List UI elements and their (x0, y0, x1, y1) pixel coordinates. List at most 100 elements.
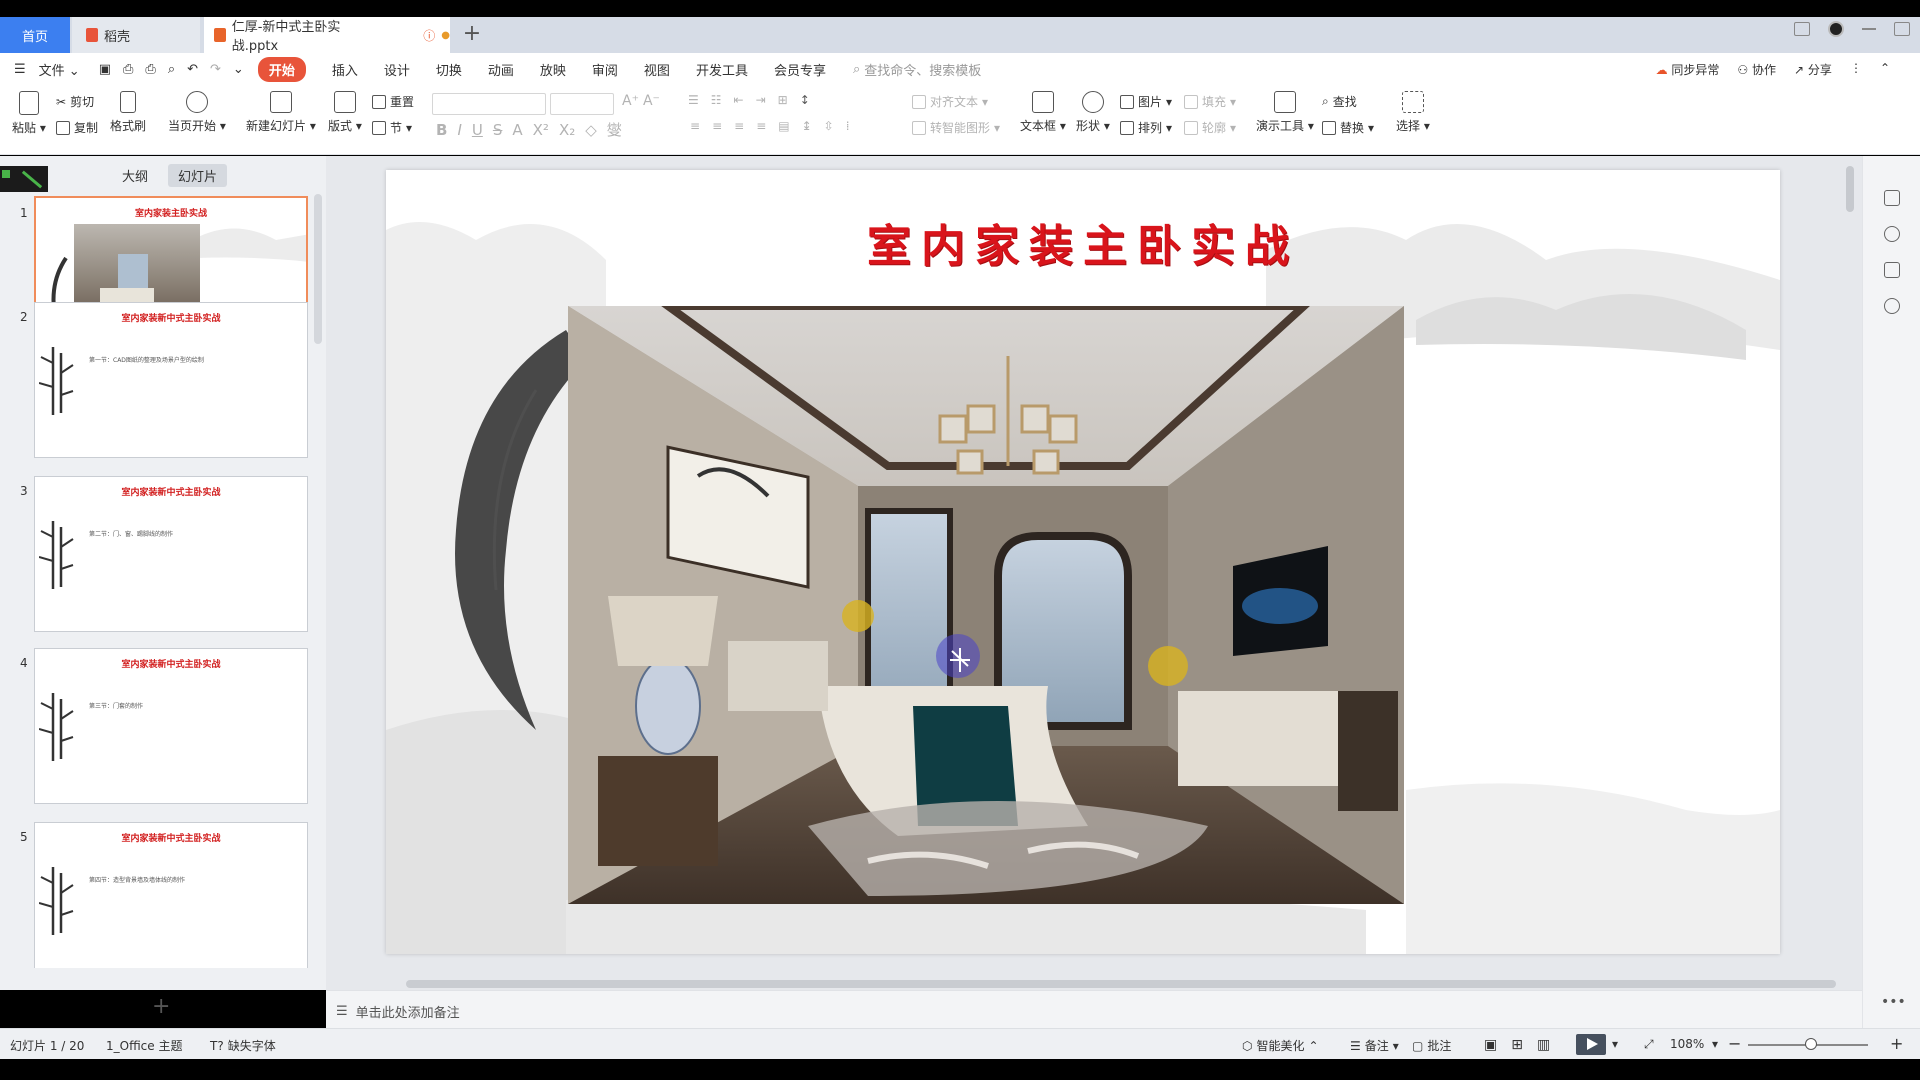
font-family-select[interactable] (432, 93, 546, 115)
reading-view-icon[interactable]: ▥ (1537, 1037, 1550, 1053)
notes-input[interactable]: ☰ 单击此处添加备注 (336, 1002, 460, 1021)
italic-icon[interactable]: I (457, 121, 461, 139)
cut-button[interactable]: ✂ 剪切 (56, 93, 94, 110)
tab-outline[interactable]: 大纲 (112, 164, 158, 187)
align-text-button[interactable]: 对齐文本 ▾ (912, 93, 988, 110)
collaborate-button[interactable]: ⚇ 协作 (1737, 61, 1776, 78)
slide-thumbnail-3[interactable]: 室内家装新中式主卧实战 第二节：门、窗、踢脚线的制作 (34, 476, 308, 632)
menu-start[interactable]: 开始 (257, 56, 306, 82)
format-painter-button[interactable]: 格式刷 (110, 91, 146, 134)
maximize-icon[interactable] (1894, 22, 1910, 36)
redo-icon[interactable]: ↷ (210, 62, 221, 77)
menu-design[interactable]: 设计 (384, 60, 410, 79)
tab-slides[interactable]: 幻灯片 (168, 164, 228, 187)
menu-developer[interactable]: 开发工具 (696, 60, 748, 79)
picture-button[interactable]: 图片 ▾ (1120, 93, 1172, 110)
underline-icon[interactable]: U (472, 121, 483, 139)
menu-review[interactable]: 审阅 (592, 60, 618, 79)
properties-icon[interactable] (1884, 190, 1900, 206)
smart-beautify-button[interactable]: ⬡ 智能美化 ⌃ (1242, 1037, 1319, 1054)
sync-status[interactable]: ☁ 同步异常 (1656, 61, 1720, 78)
distributed-icon[interactable]: ▤ (778, 119, 789, 133)
slide-sorter-icon[interactable]: ⊞ (1511, 1037, 1523, 1053)
smart-graphic-button[interactable]: 转智能图形 ▾ (912, 119, 1000, 136)
theme-name[interactable]: 1_Office 主题 (106, 1037, 182, 1054)
quick-access-dropdown-icon[interactable]: ⌄ (233, 62, 244, 77)
slideshow-dropdown-icon[interactable]: ▾ (1612, 1037, 1618, 1051)
textbox-button[interactable]: 文本框 ▾ (1020, 91, 1066, 134)
animation-icon[interactable] (1884, 226, 1900, 242)
sort-icon[interactable]: ↕ (800, 93, 810, 107)
slide-title[interactable]: 室内家装主卧实战 (386, 210, 1780, 274)
export-pdf-icon[interactable]: ⎙ (123, 62, 133, 77)
fill-button[interactable]: 填充 ▾ (1184, 93, 1236, 110)
superscript-icon[interactable]: X² (533, 121, 549, 139)
font-size-select[interactable] (550, 93, 614, 115)
bullet-list-icon[interactable]: ☰ (688, 93, 699, 107)
new-tab-button[interactable]: + (460, 23, 484, 47)
save-icon[interactable]: ▣ (99, 62, 111, 77)
numbered-list-icon[interactable]: ☷ (711, 93, 722, 107)
section-button[interactable]: 节 ▾ (372, 119, 412, 136)
tab-home[interactable]: 首页 (0, 17, 70, 53)
menu-view[interactable]: 视图 (644, 60, 670, 79)
thumbnail-scrollbar[interactable] (314, 194, 322, 344)
command-search[interactable]: ⌕ 查找命令、搜索模板 (853, 60, 981, 79)
outline-button[interactable]: 轮廓 ▾ (1184, 119, 1236, 136)
pen-tool-icon[interactable] (0, 166, 48, 192)
strikethrough-icon[interactable]: S (493, 121, 503, 139)
slide-transition-icon[interactable] (1884, 262, 1900, 278)
decrease-indent-icon[interactable]: ⇤ (734, 93, 744, 107)
slide-thumbnail-4[interactable]: 室内家装新中式主卧实战 第三节：门套的制作 (34, 648, 308, 804)
menu-file[interactable]: 文件 ⌄ (39, 60, 80, 79)
zoom-level[interactable]: 108% (1670, 1037, 1704, 1051)
missing-font-button[interactable]: T? 缺失字体 (210, 1037, 276, 1054)
paste-button[interactable]: 粘贴 ▾ (12, 91, 46, 136)
slideshow-play-button[interactable] (1576, 1034, 1606, 1055)
columns-icon[interactable]: ⁞ (846, 119, 850, 133)
zoom-slider-handle[interactable] (1805, 1038, 1817, 1050)
presentation-tools-button[interactable]: 演示工具 ▾ (1256, 91, 1314, 134)
align-right-icon[interactable]: ≡ (734, 119, 744, 133)
warning-icon[interactable]: ⓘ (423, 27, 435, 44)
hamburger-icon[interactable]: ☰ (14, 62, 26, 77)
play-from-current-button[interactable]: 当页开始 ▾ (168, 91, 226, 134)
layout-button[interactable]: 版式 ▾ (328, 91, 362, 134)
clear-format-icon[interactable]: ◇ (585, 121, 597, 139)
menu-transition[interactable]: 切换 (436, 60, 462, 79)
undo-icon[interactable]: ↶ (187, 62, 198, 77)
align-left-icon[interactable]: ≡ (690, 119, 700, 133)
font-color-icon[interactable]: A (512, 121, 522, 139)
canvas-horizontal-scrollbar[interactable] (406, 980, 1836, 988)
fit-window-icon[interactable]: ⤢ (1644, 1037, 1654, 1052)
notes-toggle[interactable]: ☰ 备注 ▾ (1350, 1037, 1399, 1054)
collapse-ribbon-icon[interactable]: ⌃ (1880, 61, 1890, 78)
current-slide[interactable]: 室内家装主卧实战 (386, 170, 1780, 954)
add-slide-button[interactable]: + (152, 994, 170, 1019)
help-icon[interactable] (1884, 298, 1900, 314)
tab-layout-icon[interactable] (1794, 22, 1810, 36)
bold-icon[interactable]: B (436, 121, 447, 139)
minimize-icon[interactable] (1862, 28, 1876, 30)
menu-slideshow[interactable]: 放映 (540, 60, 566, 79)
share-button[interactable]: ↗ 分享 (1794, 61, 1832, 78)
menu-member[interactable]: 会员专享 (774, 60, 826, 79)
find-button[interactable]: ⌕ 查找 (1322, 93, 1357, 110)
slide-thumbnail-5[interactable]: 室内家装新中式主卧实战 第四节：造型背景墙及墙体线的制作 (34, 822, 308, 968)
zoom-dropdown-icon[interactable]: ▾ (1712, 1037, 1718, 1051)
menu-insert[interactable]: 插入 (332, 60, 358, 79)
zoom-out-icon[interactable]: − (1728, 1034, 1741, 1053)
print-icon[interactable]: ⎙ (145, 62, 155, 77)
arrange-button[interactable]: 排列 ▾ (1120, 119, 1172, 136)
bedroom-render-image[interactable] (568, 306, 1404, 904)
char-spacing-icon[interactable]: 燮 (607, 119, 622, 140)
tab-document[interactable]: 仁厚-新中式主卧实战.pptx ⓘ ● (204, 17, 450, 54)
shape-button[interactable]: 形状 ▾ (1076, 91, 1110, 134)
tab-daoke[interactable]: 稻壳 (72, 17, 200, 53)
copy-button[interactable]: 复制 (56, 119, 98, 136)
text-direction-icon[interactable]: ⊞ (778, 93, 788, 107)
increase-indent-icon[interactable]: ⇥ (756, 93, 766, 107)
new-slide-button[interactable]: 新建幻灯片 ▾ (246, 91, 316, 134)
slide-thumbnail-2[interactable]: 室内家装新中式主卧实战 第一节：CAD图纸的整理及场景户型的绘制 (34, 302, 308, 458)
print-preview-icon[interactable]: ⌕ (168, 62, 175, 77)
